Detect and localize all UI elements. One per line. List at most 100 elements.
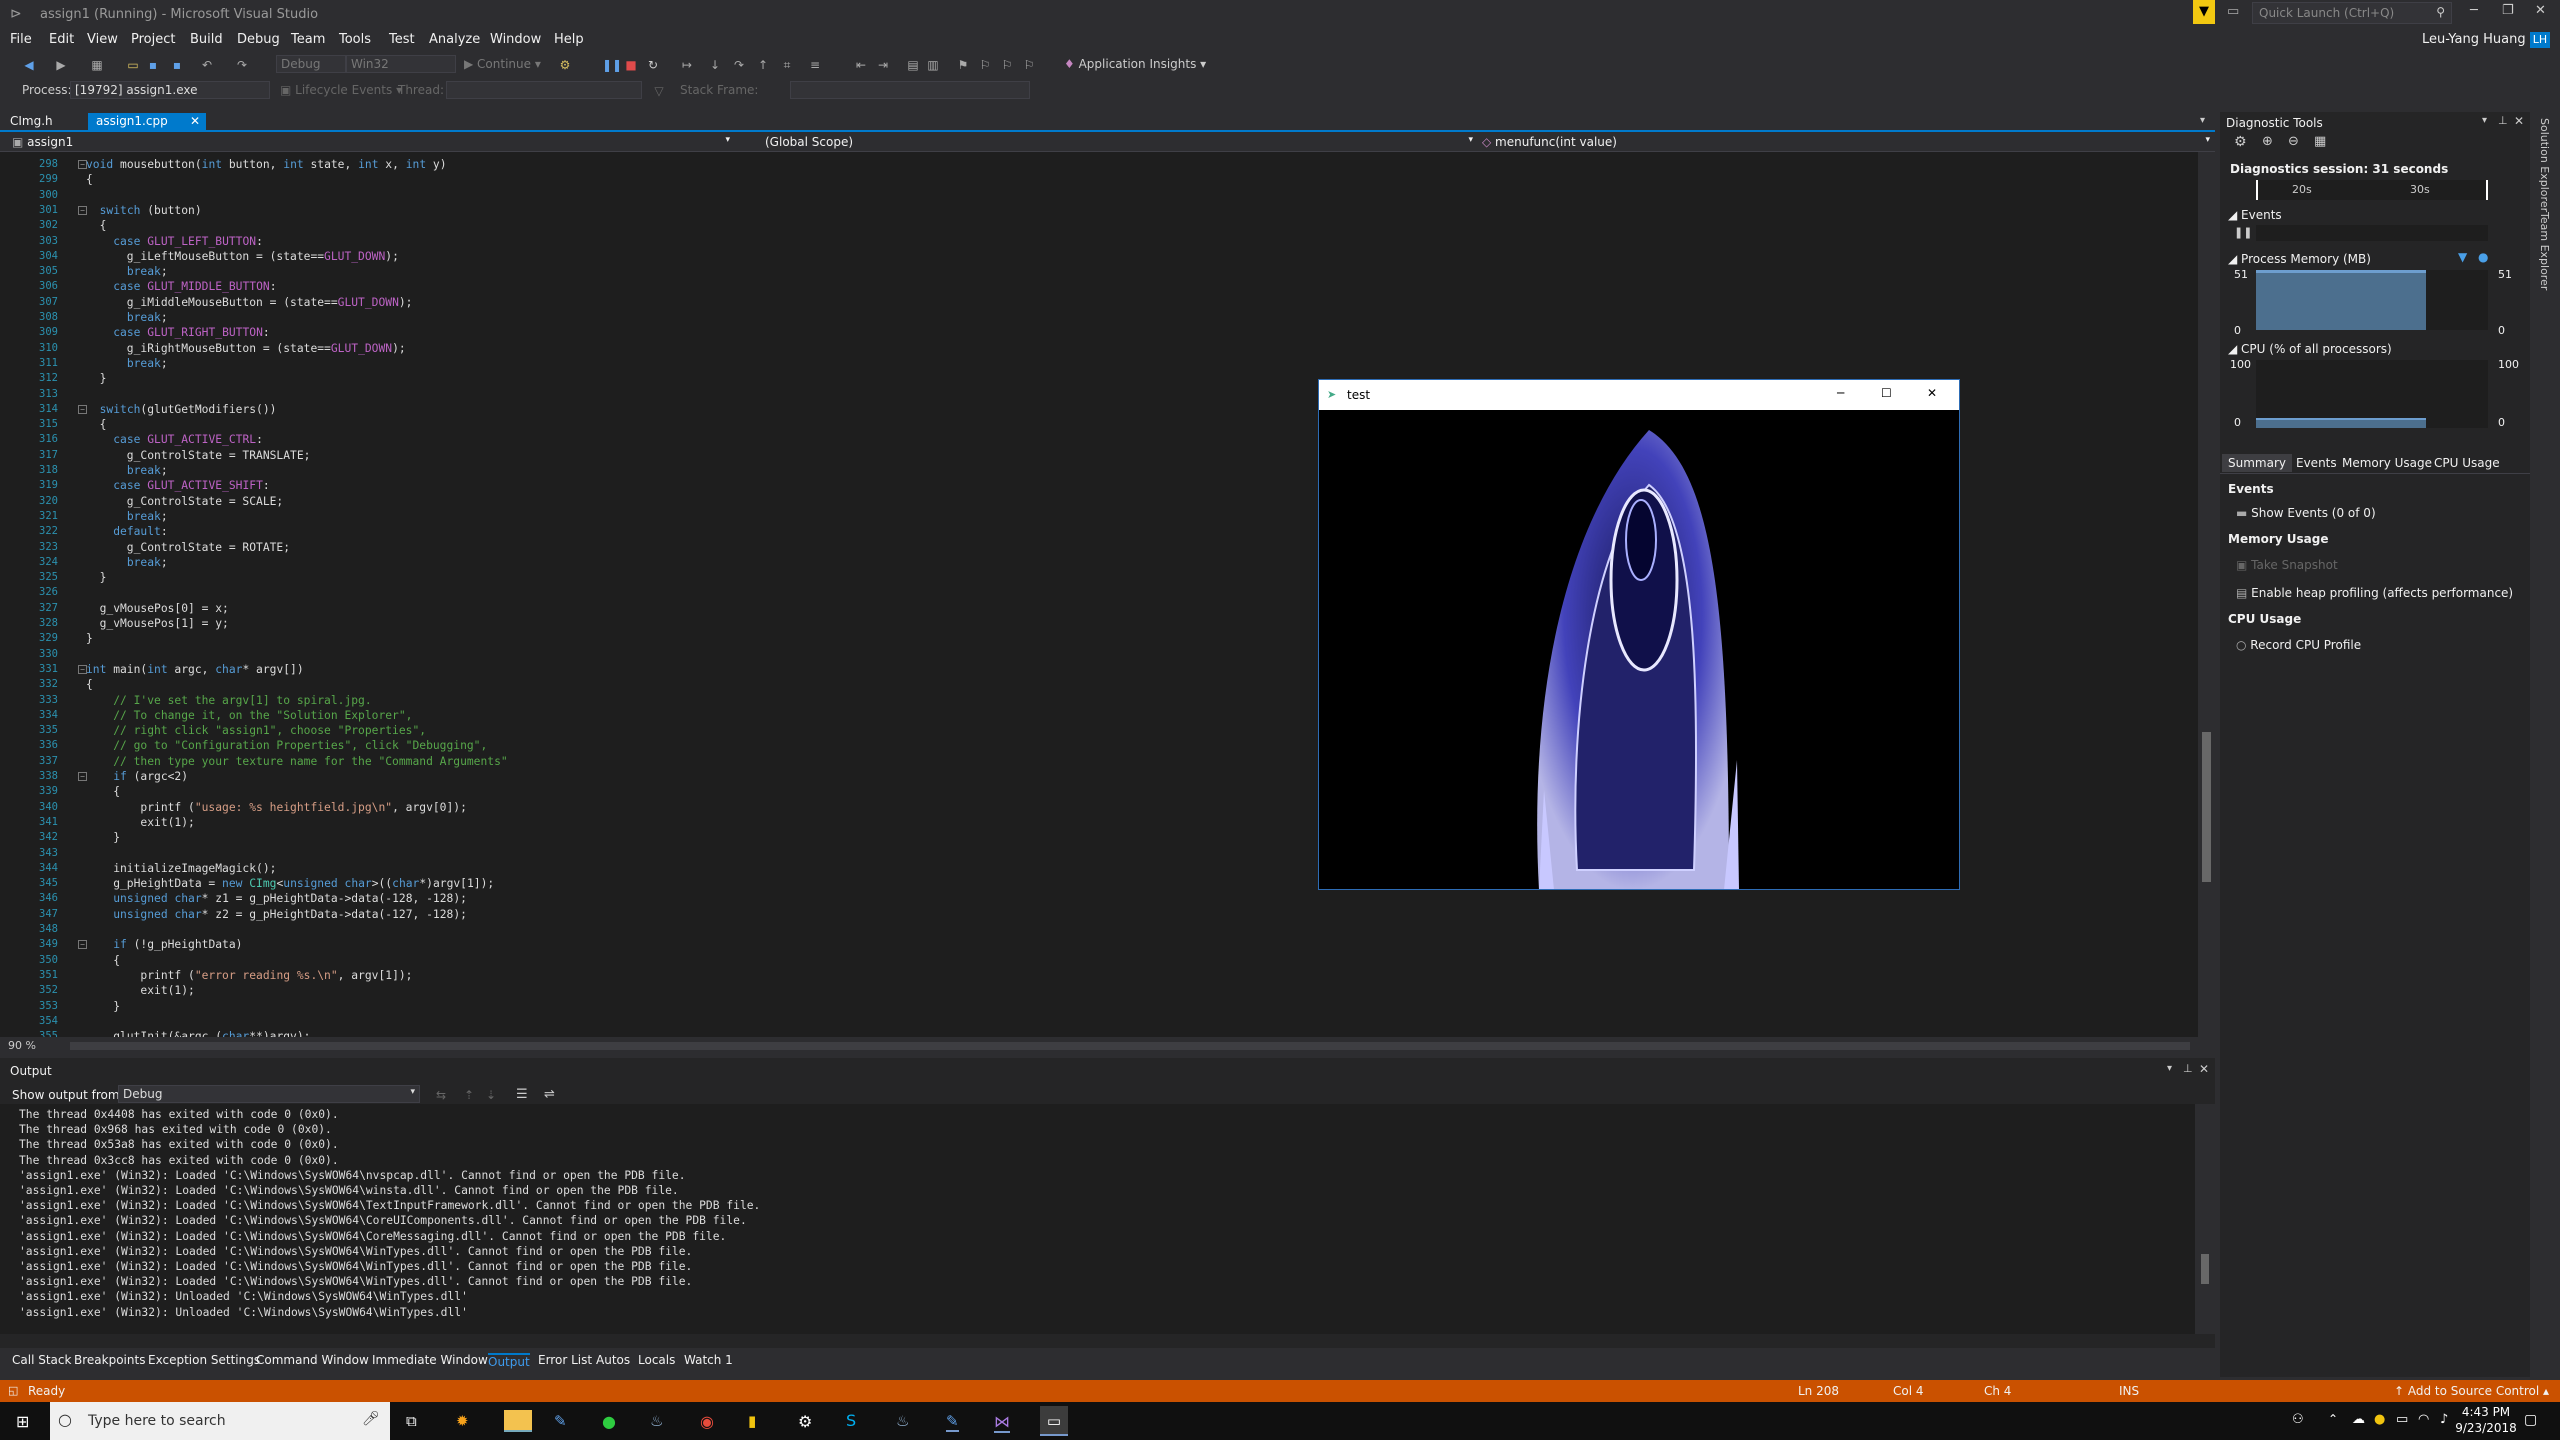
app-icon[interactable]: ✹ <box>456 1412 469 1430</box>
record-cpu-profile-button[interactable]: ○ Record CPU Profile <box>2236 638 2361 652</box>
tab-cpu-usage[interactable]: CPU Usage <box>2434 456 2500 470</box>
zoom-out-icon[interactable]: ⊖ <box>2288 134 2299 149</box>
take-snapshot-button[interactable]: ▣ Take Snapshot <box>2236 558 2338 572</box>
heap-profiling-toggle[interactable]: ▤ Enable heap profiling (affects perform… <box>2236 586 2513 600</box>
output-scrollbar[interactable] <box>2195 1104 2215 1334</box>
settings-icon[interactable]: ⚙ <box>798 1412 812 1431</box>
menu-build[interactable]: Build <box>190 32 223 47</box>
new-project-icon[interactable]: ▦ <box>90 58 104 72</box>
find-message-icon[interactable]: ⇆ <box>436 1088 446 1102</box>
taskbar-search-box[interactable]: ○ Type here to search 🎤︎ <box>50 1402 390 1440</box>
continue-button[interactable]: ▶ Continue ▾ <box>464 57 541 71</box>
menu-team[interactable]: Team <box>291 32 325 47</box>
notification-icon[interactable]: ▼ <box>2193 0 2215 24</box>
step-into-icon[interactable]: ↓ <box>708 58 722 72</box>
quick-launch-input[interactable]: Quick Launch (Ctrl+Q) ⚲ <box>2252 2 2452 24</box>
save-icon[interactable]: ▪ <box>146 58 160 72</box>
app-close-button[interactable]: ✕ <box>1927 386 1937 400</box>
filter-icon[interactable]: ▽ <box>652 84 666 98</box>
steam-icon[interactable]: ♨ <box>650 1412 663 1430</box>
action-center-icon[interactable]: ▢ <box>2524 1412 2537 1428</box>
close-panel-icon[interactable]: ✕ <box>2514 114 2524 128</box>
tab-team-explorer[interactable]: Team Explorer <box>2538 212 2551 290</box>
xbox-icon[interactable]: ● <box>602 1412 616 1431</box>
menu-test[interactable]: Test <box>389 32 415 47</box>
tab-error-list[interactable]: Error List <box>538 1353 592 1367</box>
tab-immediate-window[interactable]: Immediate Window <box>372 1353 488 1367</box>
wifi-icon[interactable]: ◠ <box>2418 1412 2429 1427</box>
task-view-icon[interactable]: ⧉ <box>406 1412 417 1430</box>
show-events-link[interactable]: ▬ Show Events (0 of 0) <box>2236 506 2376 520</box>
reset-view-icon[interactable]: ▦ <box>2314 134 2326 149</box>
step-over-icon[interactable]: ↷ <box>732 58 746 72</box>
tab-locals[interactable]: Locals <box>638 1353 675 1367</box>
output-text[interactable]: The thread 0x4408 has exited with code 0… <box>0 1104 2195 1334</box>
platform-select[interactable]: Win32 <box>346 55 456 73</box>
comment-icon[interactable]: ▤ <box>906 58 920 72</box>
settings-icon[interactable]: ⚙ <box>2234 134 2247 150</box>
menu-file[interactable]: File <box>10 32 32 47</box>
outdent-icon[interactable]: ⇥ <box>876 58 890 72</box>
tab-autos[interactable]: Autos <box>596 1353 630 1367</box>
next-message-icon[interactable]: ⇣ <box>486 1088 496 1102</box>
panel-menu-icon[interactable]: ▾ <box>2482 115 2487 126</box>
clear-bookmarks-icon[interactable]: ⚐ <box>1022 58 1036 72</box>
stack-frame-select[interactable] <box>790 81 1030 99</box>
app-icon[interactable]: ▮ <box>748 1412 756 1430</box>
pin-icon[interactable]: ⊥ <box>2498 114 2508 127</box>
tab-command-window[interactable]: Command Window <box>256 1353 369 1367</box>
tab-memory-usage[interactable]: Memory Usage <box>2342 456 2432 470</box>
process-select[interactable]: [19792] assign1.exe <box>70 81 270 99</box>
tab-watch-1[interactable]: Watch 1 <box>684 1353 733 1367</box>
heightfield-render[interactable] <box>1319 410 1959 889</box>
app-title-bar[interactable]: ➤ test ─ ☐ ✕ <box>1319 380 1959 410</box>
restart-icon[interactable]: ↻ <box>646 58 660 72</box>
stop-debugging-icon[interactable]: ■ <box>624 58 638 72</box>
menu-project[interactable]: Project <box>131 32 175 47</box>
menu-tools[interactable]: Tools <box>339 32 371 47</box>
back-icon[interactable]: ◀ <box>22 58 36 72</box>
tab-overflow-icon[interactable]: ▾ <box>2200 115 2205 126</box>
tab-breakpoints[interactable]: Breakpoints <box>74 1353 145 1367</box>
start-button[interactable]: ⊞ <box>16 1412 29 1431</box>
redo-icon[interactable]: ↷ <box>235 58 249 72</box>
clock-date[interactable]: 9/23/2018 <box>2450 1421 2522 1435</box>
indent-icon[interactable]: ⇤ <box>854 58 868 72</box>
bookmark-icon[interactable]: ⚑ <box>956 58 970 72</box>
memory-graph[interactable] <box>2256 270 2488 330</box>
menu-help[interactable]: Help <box>554 32 584 47</box>
scroll-thumb[interactable] <box>2201 1254 2209 1284</box>
scroll-thumb[interactable] <box>2202 732 2211 882</box>
cpu-header[interactable]: ◢ CPU (% of all processors) <box>2228 342 2392 356</box>
close-tab-icon[interactable]: ✕ <box>190 114 200 128</box>
undo-icon[interactable]: ↶ <box>200 58 214 72</box>
uncomment-icon[interactable]: ▥ <box>926 58 940 72</box>
step-out-icon[interactable]: ↑ <box>756 58 770 72</box>
clock-time[interactable]: 4:43 PM <box>2456 1405 2516 1419</box>
tab-events[interactable]: Events <box>2296 456 2337 470</box>
word-wrap-icon[interactable]: ⇌ <box>544 1087 555 1102</box>
menu-analyze[interactable]: Analyze <box>429 32 480 47</box>
app-insights-button[interactable]: ♦ Application Insights ▾ <box>1064 57 1206 71</box>
threads-icon[interactable]: ≡ <box>808 58 822 72</box>
lifecycle-events-button[interactable]: ▣ Lifecycle Events ▾ <box>280 83 402 97</box>
thread-select[interactable] <box>446 81 642 99</box>
close-button[interactable]: ✕ <box>2535 3 2546 18</box>
zoom-in-icon[interactable]: ⊕ <box>2262 134 2273 149</box>
skype-icon[interactable]: S <box>846 1411 856 1430</box>
clear-all-icon[interactable]: ☰ <box>516 1087 528 1102</box>
menu-window[interactable]: Window <box>490 32 541 47</box>
next-bookmark-icon[interactable]: ⚐ <box>1000 58 1014 72</box>
menu-edit[interactable]: Edit <box>49 32 74 47</box>
events-header[interactable]: ◢ Events <box>2228 208 2282 222</box>
zoom-level[interactable]: 90 % <box>8 1039 36 1052</box>
pin-icon[interactable]: ⊥ <box>2183 1062 2193 1075</box>
show-hidden-icons[interactable]: ⌃ <box>2328 1412 2338 1426</box>
people-icon[interactable]: ⚇ <box>2292 1412 2304 1427</box>
scope-dropdown[interactable]: (Global Scope) ▾ <box>765 135 1475 151</box>
microphone-icon[interactable]: 🎤︎ <box>362 1411 380 1427</box>
network-icon[interactable]: ▭ <box>2396 1412 2408 1427</box>
file-explorer-icon[interactable] <box>504 1410 532 1432</box>
break-all-icon[interactable]: ❚❚ <box>602 58 622 72</box>
timeline-ruler[interactable]: 20s 30s <box>2256 180 2488 200</box>
